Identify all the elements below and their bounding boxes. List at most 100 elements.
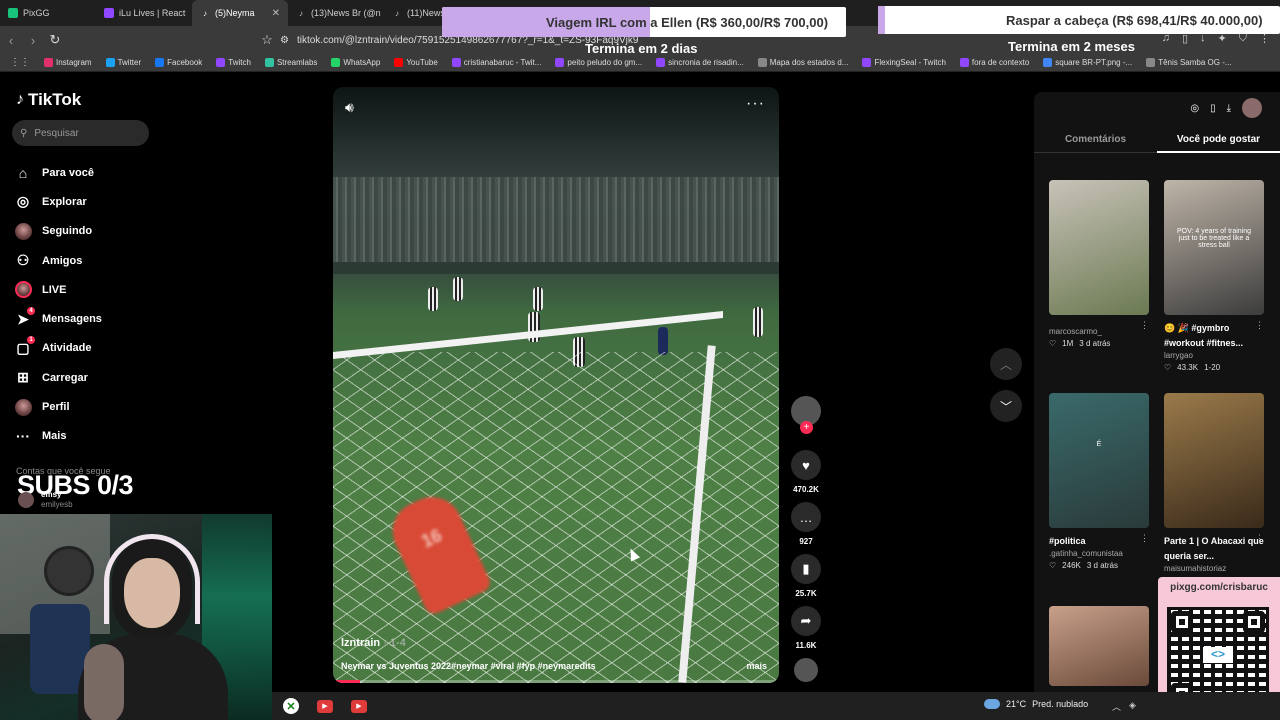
reload-icon[interactable]: ↻ [44, 32, 66, 48]
bookmark-item[interactable]: sincronia de risadin... [656, 58, 744, 67]
bookmark-item[interactable]: Tênis Samba OG -... [1146, 58, 1232, 67]
card-title[interactable]: Parte 1 | O Abacaxi que queria ser... [1164, 534, 1266, 564]
share-count: 11.6K [795, 641, 817, 650]
video-player[interactable]: 16 🔊︎ ··· lzntrain · 1-4 Neymar vs Juven… [333, 87, 779, 683]
bookmark-item[interactable]: YouTube [394, 58, 438, 67]
sidebar-item-6[interactable]: ▢ 1 Atividade [14, 334, 102, 363]
tab-2[interactable]: ♪ (5)Neyma ✕ [192, 0, 288, 26]
avatar[interactable] [1242, 98, 1262, 118]
bookmark-item[interactable]: square BR-PT.png -... [1043, 58, 1132, 67]
bookmark-icon[interactable]: ▮ [791, 554, 821, 584]
bookmark-item[interactable]: Twitch [216, 58, 251, 67]
sidebar-item-0[interactable]: ⌂ Para você [14, 158, 102, 187]
tab-label: iLu Lives | React [119, 8, 186, 18]
sidebar-item-4[interactable]: LIVE [14, 275, 102, 304]
bookmark-star-icon[interactable]: ☆ [256, 32, 278, 48]
more-options-icon[interactable]: ··· [746, 95, 765, 113]
tab-you-may-like[interactable]: Você pode gostar [1157, 134, 1280, 153]
bookmark-item[interactable]: WhatsApp [331, 58, 380, 67]
follow-plus-icon[interactable]: + [800, 421, 813, 434]
video-thumbnail[interactable]: POV: 4 years of training just to be trea… [1164, 180, 1264, 315]
card-title[interactable]: 😊 🎉 #gymbro #workout #fitnes... [1164, 321, 1266, 351]
download-icon[interactable]: ⤓ [1227, 103, 1231, 114]
more-icon: ··· [16, 428, 30, 445]
bookmark-item[interactable]: peito peludo do gm... [555, 58, 642, 67]
tab-1[interactable]: iLu Lives | React [96, 0, 192, 26]
inbox-icon: ▢ 1 [14, 336, 35, 357]
card-menu-icon[interactable]: ⋮ [1140, 533, 1149, 544]
video-thumbnail[interactable] [1049, 606, 1149, 686]
video-card[interactable] [1049, 606, 1151, 686]
card-title[interactable]: #politica [1049, 534, 1151, 549]
like-count: 470.2K [793, 485, 819, 494]
share-icon[interactable]: ➦ [791, 606, 821, 636]
tab-0[interactable]: PixGG [0, 0, 96, 26]
close-icon[interactable]: ✕ [272, 8, 280, 19]
volume-icon[interactable]: 🔊︎ [345, 99, 354, 116]
card-author[interactable]: .gatinha_comunistaa [1049, 549, 1151, 558]
card-menu-icon[interactable]: ⋮ [1140, 320, 1149, 331]
video-thumbnail[interactable] [1164, 393, 1264, 528]
bookmark-item[interactable]: Twitter [105, 58, 141, 67]
video-thumbnail[interactable] [1049, 180, 1149, 315]
bookmark-item[interactable]: Mapa dos estados d... [757, 58, 848, 67]
tiktok-logo[interactable]: ♪ TikTok [16, 90, 81, 110]
tab-3[interactable]: ♪ (13)News Br (@n [288, 0, 384, 26]
video-card[interactable]: POV: 4 years of training just to be trea… [1164, 180, 1266, 372]
bookmark-item[interactable]: Facebook [155, 58, 202, 67]
weather-widget[interactable]: 21°C Pred. nublado [984, 699, 1088, 709]
bookmark-item[interactable]: Streamlabs [264, 58, 317, 67]
apps-icon[interactable]: ⋮⋮ [10, 57, 30, 68]
taskbar-app-2[interactable]: ▶ [344, 695, 374, 717]
compass-icon[interactable]: ◎ [1190, 103, 1199, 114]
tab-comments[interactable]: Comentários [1034, 134, 1157, 153]
next-video-button[interactable]: ﹀ [990, 390, 1022, 422]
bookmark-favicon-icon [451, 58, 461, 67]
taskbar-app-1[interactable]: ▶ [310, 695, 340, 717]
caption-more-link[interactable]: mais [746, 661, 767, 671]
video-caption[interactable]: Neymar vs Juventus 2022#neymar #viral #f… [341, 661, 596, 671]
sidebar-item-8[interactable]: Perfil [14, 392, 102, 421]
thumbnail-caption: POV: 4 years of training just to be trea… [1176, 228, 1252, 249]
taskbar-xbox[interactable]: ✕ [276, 695, 306, 717]
webcam-person-arm [84, 644, 124, 720]
card-menu-icon[interactable]: ⋮ [1255, 533, 1264, 544]
site-info-icon[interactable]: ⚙ [280, 35, 289, 46]
video-card[interactable]: ⋮ marcoscarmo_ ♡ 1M 3 d atrás [1049, 180, 1151, 348]
sound-disc-icon[interactable] [794, 658, 818, 682]
followed-account[interactable]: emsy emilyesb [18, 490, 73, 510]
weather-temp: 21°C [1006, 699, 1027, 709]
bookmark-item[interactable]: FlexingSeal - Twitch [862, 58, 946, 67]
like-icon[interactable]: ♥ [791, 450, 821, 480]
sidebar-item-1[interactable]: ◎ Explorar [14, 187, 102, 216]
video-progress-bar[interactable] [333, 680, 779, 683]
tray-chevron-icon[interactable]: ︿ [1112, 700, 1121, 713]
creator-avatar-action[interactable]: + [786, 396, 826, 434]
sidebar-item-9[interactable]: ··· Mais [14, 422, 102, 451]
sidebar-item-5[interactable]: ➤ 4 Mensagens [14, 304, 102, 333]
bookmark-item[interactable]: fora de contexto [959, 58, 1029, 67]
author-name[interactable]: lzntrain [341, 637, 380, 649]
card-author[interactable]: maisumahistoriaz [1164, 564, 1266, 573]
card-menu-icon[interactable]: ⋮ [1255, 320, 1264, 331]
video-card[interactable]: É ⋮ #politica .gatinha_comunistaa ♡ 246K 3 d a… [1049, 393, 1151, 570]
bookmark-item[interactable]: Instagram [44, 58, 92, 67]
sidebar-item-3[interactable]: ⚇ Amigos [14, 246, 102, 275]
forward-icon[interactable]: › [22, 33, 44, 48]
search-input[interactable]: ⚲ Pesquisar [12, 120, 149, 146]
sidebar-item-7[interactable]: ⊞ Carregar [14, 363, 102, 392]
creator-avatar[interactable]: + [791, 396, 821, 434]
phone-icon[interactable]: ▯ [1210, 103, 1216, 114]
sidebar-item-2[interactable]: Seguindo [14, 217, 102, 246]
video-author[interactable]: lzntrain · 1-4 [341, 637, 406, 649]
bookmark-item[interactable]: cristianabaruc - Twit... [451, 58, 541, 67]
video-thumbnail[interactable]: É [1049, 393, 1149, 528]
previous-video-button[interactable]: ︿ [990, 348, 1022, 380]
card-author[interactable]: marcoscarmo_ [1049, 327, 1151, 336]
video-actions: + ♥ 470.2K … 927 ▮ 25.7K ➦ 11.6K [786, 396, 826, 696]
card-author[interactable]: larrygao [1164, 351, 1266, 360]
comment-icon[interactable]: … [791, 502, 821, 532]
tray-app-icon[interactable]: ◈ [1129, 700, 1136, 713]
video-card[interactable]: ⋮ Parte 1 | O Abacaxi que queria ser... ma… [1164, 393, 1266, 573]
back-icon[interactable]: ‹ [0, 33, 22, 48]
